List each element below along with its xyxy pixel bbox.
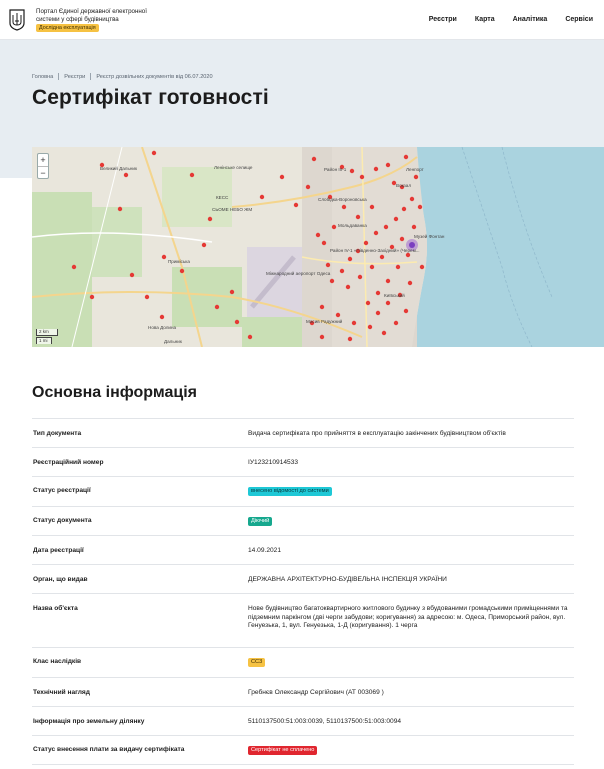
map-label: СЬОМЕ НЕБО ЖМ [212,207,252,212]
row-label: Орган, що видав [33,576,88,583]
map-label: КЕСС [216,195,229,200]
site-header: Портал Єдиної державної електронної сист… [0,0,604,40]
table-row: Статус документа Діючий [32,506,574,535]
trident-logo-icon[interactable] [9,9,25,31]
table-row: Орган, що видав ДЕРЖАВНА АРХІТЕКТУРНО-БУ… [32,564,574,593]
field-area [32,192,92,347]
row-label: Статус реєстрації [33,487,91,494]
map-label: Дальник [164,339,183,344]
map-scale: 2 km 1 mi [36,329,58,344]
table-row: Тип документа Видача сертифіката про при… [32,418,574,447]
map-label: Музей Фонтан [414,233,445,239]
breadcrumb-home[interactable]: Головна [32,74,53,80]
row-label: Тип документа [33,430,82,437]
scale-km: 2 km [36,329,58,336]
portal-title[interactable]: Портал Єдиної державної електронної сист… [36,8,166,32]
nav-map[interactable]: Карта [475,16,495,23]
map-label: Мольдаванка [338,223,367,228]
breadcrumb-separator [58,73,60,80]
table-row: Реєстраційний номер ІУ123210914533 [32,447,574,476]
row-value: Нове будівництво багатоквартирного житло… [248,605,568,630]
main-nav: Реєстри Карта Аналітика Сервіси [429,16,593,23]
breadcrumb-registries[interactable]: Реєстри [64,74,85,80]
map-label: Масив Радужний [306,318,343,324]
sea-area [412,147,604,347]
row-label: Технічний нагляд [33,689,90,696]
zoom-out-button[interactable]: − [38,166,48,178]
table-row: Клас наслідків СС3 [32,647,574,677]
map-label: Київський [384,292,405,298]
pilot-badge: Дослідна експлуатація [36,24,99,32]
row-value: ДЕРЖАВНА АРХІТЕКТУРНО-БУДІВЕЛЬНА ІНСПЕКЦ… [248,576,447,583]
row-value: 14.09.2021 [248,547,282,554]
row-value: 5110137500:51:003:0039, 5110137500:51:00… [248,718,402,725]
map-label: Великий Дальник [100,165,138,171]
table-row: Інформація про земельну ділянку 51101375… [32,706,574,735]
row-value: Видача сертифіката про прийняття в експл… [248,430,506,437]
nav-services[interactable]: Сервіси [565,16,593,23]
map-canvas: Великий Дальник Ленінське селище КЕСС СЬ… [32,147,604,347]
registration-status-badge: внесено відомості до системи [248,487,332,496]
map-label: Слобідка-Вороновська [318,197,367,202]
portal-title-text: Портал Єдиної державної електронної сист… [36,8,147,23]
row-label: Статус документа [33,517,92,524]
map-label: Нова Долина [148,325,176,330]
row-label: Назва об'єкта [33,605,78,612]
breadcrumb-separator [90,73,92,80]
map-label: Ленпорт [406,167,425,172]
map-label: Район III-1 [324,166,347,172]
table-row: Назва об'єкта Нове будівництво багатоква… [32,593,574,647]
breadcrumb: Головна Реєстри Реєстр дозвільних докуме… [32,73,213,80]
breadcrumb-current[interactable]: Реєстр дозвільних документів від 06.07.2… [96,74,212,80]
page-title: Сертифікат готовності [32,86,269,109]
table-row: Дата реєстрації 14.09.2021 [32,535,574,564]
map-label: Міжнародний аеропорт Одеса [266,270,331,276]
scale-mi: 1 mi [36,337,52,344]
row-label: Інформація про земельну ділянку [33,718,145,725]
map-label: Ленінське селище [214,165,253,170]
info-table: Тип документа Видача сертифіката про при… [32,418,574,765]
nav-analytics[interactable]: Аналітика [513,16,548,23]
table-row: Статус внесення плати за видачу сертифік… [32,735,574,765]
row-value: ІУ123210914533 [248,459,299,466]
row-label: Дата реєстрації [33,547,84,554]
zoom-in-button[interactable]: + [38,154,48,166]
table-row: Технічний нагляд Гребнєв Олександр Сергі… [32,677,574,706]
map-label: Район IV-1 «Південно-Західний» (Черем... [330,247,420,253]
map-label: Вокзал [396,183,411,188]
zoom-control: + − [37,153,49,179]
map-view[interactable]: Великий Дальник Ленінське селище КЕСС СЬ… [32,147,604,347]
payment-status-badge: Сертифікат не сплачено [248,746,318,755]
table-row: Статус реєстрації внесено відомості до с… [32,476,574,506]
row-label: Реєстраційний номер [33,459,104,466]
section-title: Основна інформація [32,384,197,401]
map-label: Приміська [168,259,190,264]
row-label: Клас наслідків [33,658,82,665]
consequence-class-badge: СС3 [248,658,266,667]
document-status-badge: Діючий [248,517,273,526]
row-label: Статус внесення плати за видачу сертифік… [33,746,185,753]
nav-registries[interactable]: Реєстри [429,16,457,23]
row-value: Гребнєв Олександр Сергійович (АТ 003069 … [248,689,384,696]
